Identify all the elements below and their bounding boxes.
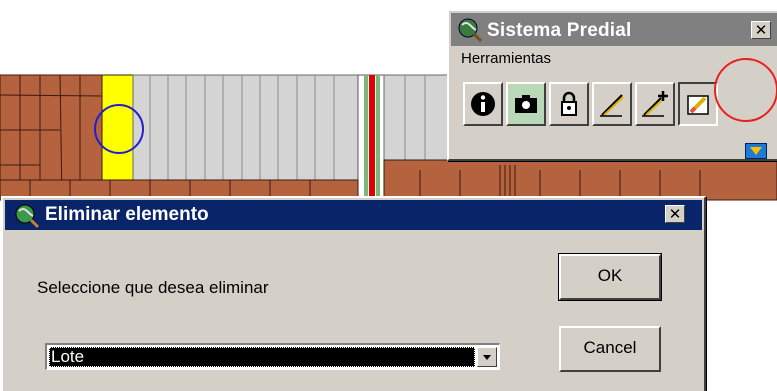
element-type-select[interactable]: Lote <box>45 343 500 370</box>
palette-close-button[interactable]: ✕ <box>751 21 771 39</box>
draw-line-tool-button[interactable] <box>592 82 632 126</box>
info-icon <box>471 92 495 116</box>
dialog-close-button[interactable]: ✕ <box>665 205 685 223</box>
chevron-down-icon <box>750 147 762 155</box>
pencil-icon <box>600 94 624 117</box>
globe-magnifier-icon <box>15 204 40 229</box>
eliminar-elemento-dialog: Eliminar elemento ✕ Seleccione que desea… <box>1 196 706 391</box>
ok-button[interactable]: OK <box>558 253 662 301</box>
palette-titlebar[interactable]: Sistema Predial ✕ <box>451 13 777 46</box>
camera-tool-button[interactable] <box>506 82 546 126</box>
eraser-tool-button[interactable] <box>678 82 718 126</box>
lock-tool-button[interactable] <box>549 82 589 126</box>
eraser-icon <box>687 95 709 115</box>
add-line-icon <box>642 91 668 117</box>
dialog-prompt: Seleccione que desea eliminar <box>37 278 269 297</box>
herramientas-label: Herramientas <box>461 50 552 67</box>
palette-expand-button[interactable] <box>745 143 767 159</box>
dialog-titlebar[interactable]: Eliminar elemento ✕ <box>5 200 702 230</box>
camera-icon <box>515 95 537 113</box>
cancel-button[interactable]: Cancel <box>559 326 661 372</box>
palette-title: Sistema Predial <box>487 20 632 41</box>
highlight-circle <box>714 58 777 122</box>
globe-magnifier-icon <box>458 18 483 43</box>
lock-icon <box>561 91 577 116</box>
dialog-title: Eliminar elemento <box>45 204 209 225</box>
select-dropdown-button[interactable] <box>477 347 497 367</box>
select-value: Lote <box>49 347 475 367</box>
chevron-down-icon <box>483 355 491 360</box>
add-line-tool-button[interactable] <box>635 82 675 126</box>
info-tool-button[interactable] <box>463 82 503 126</box>
